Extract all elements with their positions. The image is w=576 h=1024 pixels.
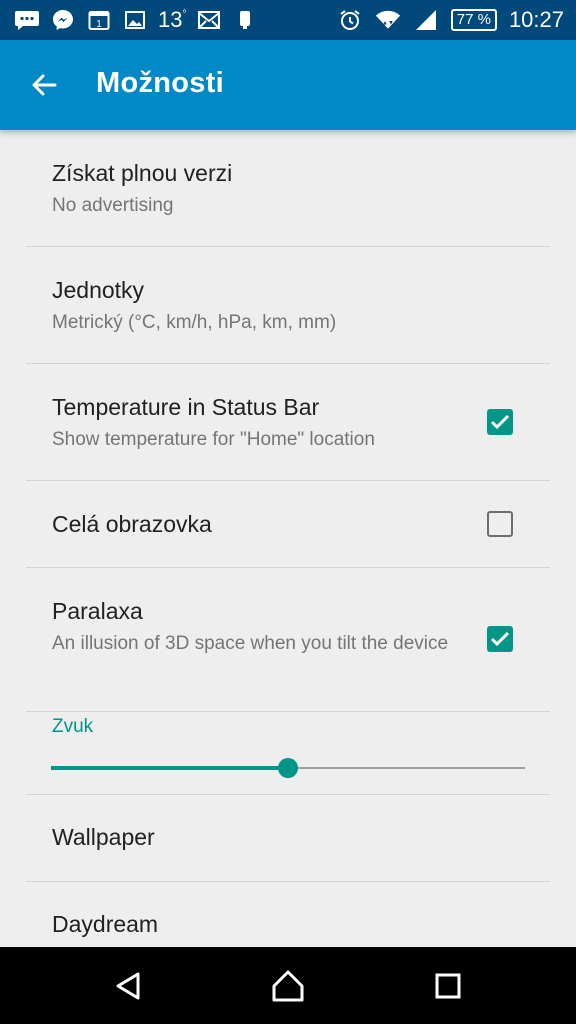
calendar-icon: 1	[86, 7, 112, 33]
sound-slider[interactable]	[51, 758, 525, 778]
parallax-checkbox[interactable]	[487, 626, 513, 652]
setting-title: Paralaxa	[52, 598, 143, 624]
setting-daydream[interactable]: Daydream	[26, 882, 550, 947]
setting-summary: Metrický (°C, km/h, hPa, km, mm)	[52, 312, 337, 333]
page-title: Možnosti	[96, 67, 225, 99]
setting-title: Jednotky	[52, 277, 145, 303]
setting-summary: Show temperature for "Home" location	[52, 429, 375, 450]
alarm-icon	[337, 7, 363, 33]
nav-home-button[interactable]	[260, 965, 316, 1007]
setting-parallax[interactable]: Paralaxa An illusion of 3D space when yo…	[26, 568, 550, 712]
signal-icon	[413, 7, 439, 33]
setting-title: Temperature in Status Bar	[52, 394, 320, 420]
setting-temp-status-bar[interactable]: Temperature in Status Bar Show temperatu…	[26, 364, 550, 481]
setting-title: Získat plnou verzi	[52, 160, 233, 186]
setting-title: Daydream	[52, 911, 159, 937]
sound-slider-thumb[interactable]	[278, 758, 298, 778]
settings-list: Získat plnou verzi No advertising Jednot…	[0, 130, 576, 947]
check-icon	[490, 414, 510, 430]
sound-slider-fill	[51, 766, 288, 770]
temperature-unit: °	[182, 8, 187, 20]
messages-icon	[14, 7, 40, 33]
back-button[interactable]	[18, 62, 70, 108]
setting-summary: An illusion of 3D space when you tilt th…	[52, 633, 449, 654]
arrow-back-icon	[32, 74, 57, 96]
battery-icon: 77 %	[450, 9, 497, 31]
wifi-icon: ▲▼	[375, 7, 401, 33]
email-icon	[196, 7, 222, 33]
gallery-icon	[122, 7, 148, 33]
setting-full-version[interactable]: Získat plnou verzi No advertising	[26, 130, 550, 247]
phone-icon	[232, 7, 258, 33]
sound-slider-label: Zvuk	[52, 716, 94, 737]
temperature-value: 13	[158, 7, 183, 32]
setting-fullscreen[interactable]: Celá obrazovka	[26, 481, 550, 568]
nav-back-button[interactable]	[100, 965, 156, 1007]
setting-wallpaper[interactable]: Wallpaper	[26, 795, 550, 882]
setting-summary: No advertising	[52, 195, 174, 216]
setting-title: Celá obrazovka	[52, 511, 212, 537]
nav-recents-button[interactable]	[420, 965, 476, 1007]
messenger-icon	[50, 7, 76, 33]
back-triangle-icon	[116, 972, 140, 1000]
svg-text:▲▼: ▲▼	[382, 20, 394, 26]
home-icon	[272, 970, 304, 1002]
recents-icon	[435, 973, 461, 999]
setting-units[interactable]: Jednotky Metrický (°C, km/h, hPa, km, mm…	[26, 247, 550, 364]
status-temperature: 13°	[158, 7, 186, 33]
setting-title: Wallpaper	[52, 824, 155, 850]
status-bar: 1 13° ▲▼ 77 % 10:27	[0, 0, 576, 40]
app-bar: Možnosti	[0, 40, 576, 130]
calendar-day: 1	[96, 19, 102, 30]
check-icon	[490, 631, 510, 647]
navigation-bar	[0, 947, 576, 1024]
status-time: 10:27	[508, 7, 564, 32]
temp-status-checkbox[interactable]	[487, 409, 513, 435]
fullscreen-checkbox[interactable]	[487, 511, 513, 537]
